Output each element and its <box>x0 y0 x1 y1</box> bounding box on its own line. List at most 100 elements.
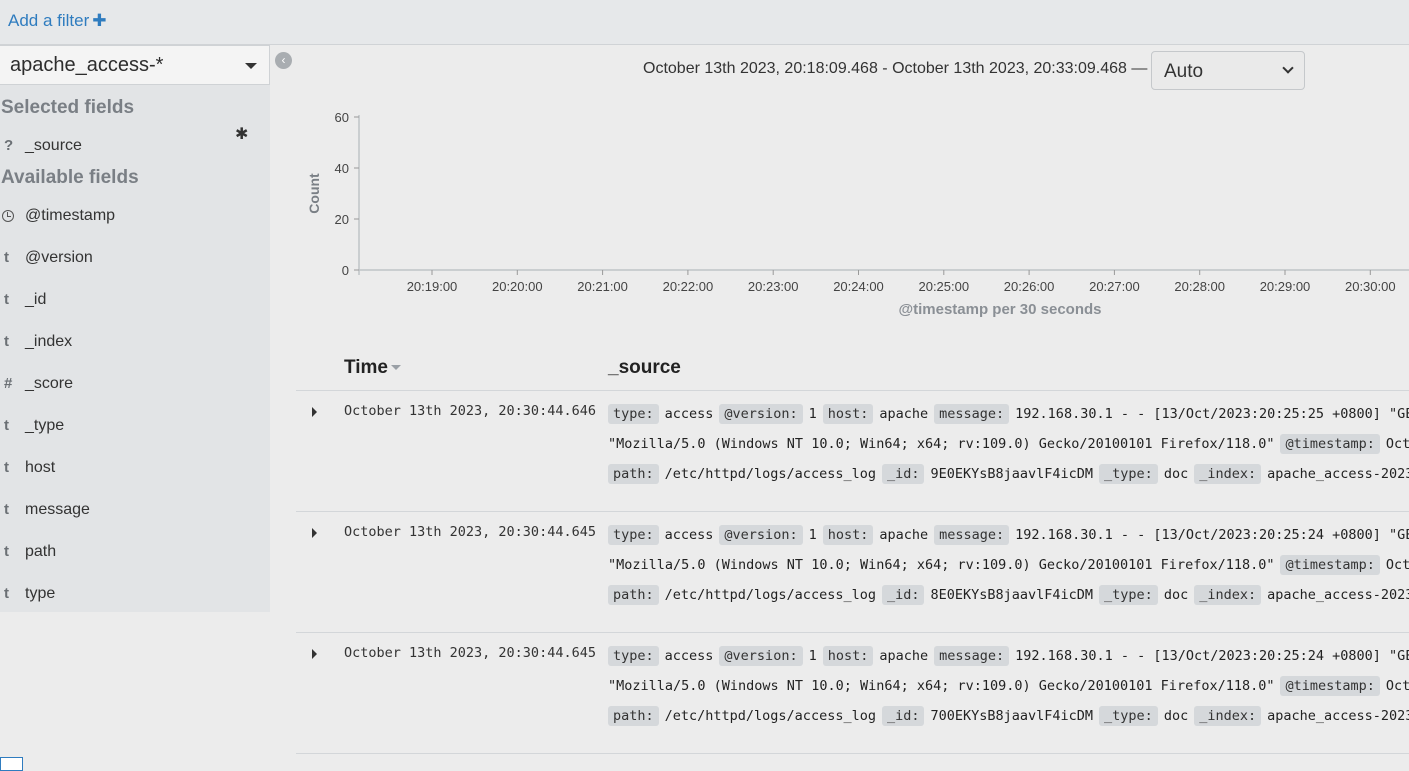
field-item-timestamp[interactable]: @timestamp <box>0 203 270 233</box>
histogram-chart: 0 20 40 60 20:19:00 20:20:00 20:21:00 20:22:00 2… <box>306 110 1409 318</box>
y-axis-title: Count <box>306 173 322 214</box>
source-line: "Mozilla/5.0 (Windows NT 10.0; Win64; x6… <box>608 555 1409 579</box>
x-tick-label: 20:21:00 <box>577 279 628 294</box>
source-key: type: <box>608 646 659 666</box>
table-row[interactable]: October 13th 2023, 20:30:44.645 type: acce… <box>296 633 1409 754</box>
field-item-host[interactable]: t host <box>0 455 270 485</box>
field-type-icon: t <box>4 417 9 434</box>
field-name: type <box>25 585 56 602</box>
source-value: apache_access-2023.1 <box>1267 708 1409 724</box>
source-line: path: /etc/httpd/logs/access_log _id: 700EK… <box>608 706 1409 730</box>
field-name: path <box>25 543 57 560</box>
y-tick-label: 0 <box>342 263 349 278</box>
source-key: host: <box>822 646 874 666</box>
gear-icon[interactable]: ✱ <box>235 124 248 144</box>
field-item-version[interactable]: t @version <box>0 245 270 275</box>
expand-caret-icon[interactable] <box>312 649 317 659</box>
index-pattern-select[interactable]: apache_access-* <box>0 45 270 85</box>
field-item-type[interactable]: t type <box>0 581 270 611</box>
collapse-sidebar-icon[interactable]: ‹ <box>275 52 292 69</box>
field-type-icon: t <box>4 585 9 602</box>
source-value: /etc/httpd/logs/access_log <box>664 587 876 603</box>
expand-caret-icon[interactable] <box>312 528 317 538</box>
source-key: _id: <box>881 706 925 726</box>
interval-select[interactable]: Auto <box>1151 51 1305 90</box>
field-item-type[interactable]: t _type <box>0 413 270 443</box>
filter-bar: Add a filter ✚ <box>0 0 1409 45</box>
selected-fields-heading: Selected fields <box>1 97 135 118</box>
field-item-index[interactable]: t _index <box>0 329 270 359</box>
source-line: path: /etc/httpd/logs/access_log _id: 8E0EK… <box>608 585 1409 609</box>
table-row[interactable]: October 13th 2023, 20:30:44.645 type: acce… <box>296 512 1409 633</box>
source-key: _type: <box>1099 464 1158 484</box>
source-value: Octobe <box>1385 436 1409 452</box>
source-value: doc <box>1163 708 1189 724</box>
source-value: 1 <box>808 527 817 543</box>
doc-timestamp: October 13th 2023, 20:30:44.645 <box>344 524 596 540</box>
field-name: _type <box>25 417 65 434</box>
source-value: /etc/httpd/logs/access_log <box>664 708 876 724</box>
field-type-icon: ? <box>4 137 14 154</box>
field-item-id[interactable]: t _id <box>0 287 270 317</box>
field-type-icon: t <box>4 501 9 518</box>
source-key: _id: <box>881 464 925 484</box>
field-item-message[interactable]: t message <box>0 497 270 527</box>
field-item-path[interactable]: t path <box>0 539 270 569</box>
field-item-score[interactable]: # _score <box>0 371 270 401</box>
field-type-icon: t <box>4 543 9 560</box>
field-type-icon: # <box>4 375 13 392</box>
source-value: 700EKYsB8jaavlF4icDM <box>930 708 1094 724</box>
source-value: 1 <box>808 406 817 422</box>
x-tick-label: 20:19:00 <box>407 279 458 294</box>
source-line: type: access @version: 1 host: apache message:… <box>608 404 1409 428</box>
source-value: "Mozilla/5.0 (Windows NT 10.0; Win64; x6… <box>608 557 1275 573</box>
source-key: _id: <box>881 585 925 605</box>
source-key: message: <box>934 525 1010 545</box>
field-name: _score <box>25 375 74 392</box>
field-type-icon: t <box>4 459 9 476</box>
source-key: @version: <box>719 404 803 424</box>
source-line: "Mozilla/5.0 (Windows NT 10.0; Win64; x6… <box>608 434 1409 458</box>
source-line: path: /etc/httpd/logs/access_log _id: 9E0EK… <box>608 464 1409 488</box>
plus-icon: ✚ <box>92 11 107 30</box>
source-value: access <box>664 648 714 664</box>
row-divider <box>296 753 1409 754</box>
source-value: 192.168.30.1 - - [13/Oct/2023:20:25:24 +… <box>1015 527 1409 543</box>
source-value: apache <box>879 406 929 422</box>
source-key: _type: <box>1099 706 1158 726</box>
x-tick-label: 20:28:00 <box>1174 279 1225 294</box>
expand-caret-icon[interactable] <box>312 407 317 417</box>
source-value: "Mozilla/5.0 (Windows NT 10.0; Win64; x6… <box>608 678 1275 694</box>
source-value: 1 <box>808 648 817 664</box>
source-value: Octobe <box>1385 678 1409 694</box>
x-tick-label: 20:20:00 <box>492 279 543 294</box>
source-value: access <box>664 406 714 422</box>
column-header-time[interactable]: Time <box>344 357 402 379</box>
source-line: "Mozilla/5.0 (Windows NT 10.0; Win64; x6… <box>608 676 1409 700</box>
source-value: doc <box>1163 587 1189 603</box>
table-row[interactable]: October 13th 2023, 20:30:44.646 type: acce… <box>296 391 1409 512</box>
sort-caret-icon[interactable] <box>391 365 402 371</box>
source-value: "Mozilla/5.0 (Windows NT 10.0; Win64; x6… <box>608 436 1275 452</box>
x-tick-label: 20:29:00 <box>1260 279 1311 294</box>
source-value: 192.168.30.1 - - [13/Oct/2023:20:25:25 +… <box>1015 406 1409 422</box>
source-key: @timestamp: <box>1280 676 1380 696</box>
field-item-source[interactable]: ? _source <box>0 133 270 163</box>
add-filter-link[interactable]: Add a filter ✚ <box>8 11 107 31</box>
field-type-icon: t <box>4 333 9 350</box>
source-value: apache_access-2023.1 <box>1267 466 1409 482</box>
source-key: @timestamp: <box>1280 555 1380 575</box>
available-fields-heading: Available fields <box>1 167 139 188</box>
x-tick-label: 20:22:00 <box>663 279 714 294</box>
column-header-source: _source <box>608 357 681 378</box>
clock-icon <box>2 210 14 222</box>
field-name: _source <box>25 137 82 154</box>
field-name: host <box>25 459 56 476</box>
source-key: path: <box>608 585 659 605</box>
y-tick-label: 20 <box>335 212 349 227</box>
source-line: type: access @version: 1 host: apache message:… <box>608 646 1409 670</box>
source-value: 8E0EKYsB8jaavlF4icDM <box>930 587 1094 603</box>
source-key: _index: <box>1194 706 1262 726</box>
source-key: path: <box>608 706 659 726</box>
source-key: host: <box>822 404 874 424</box>
